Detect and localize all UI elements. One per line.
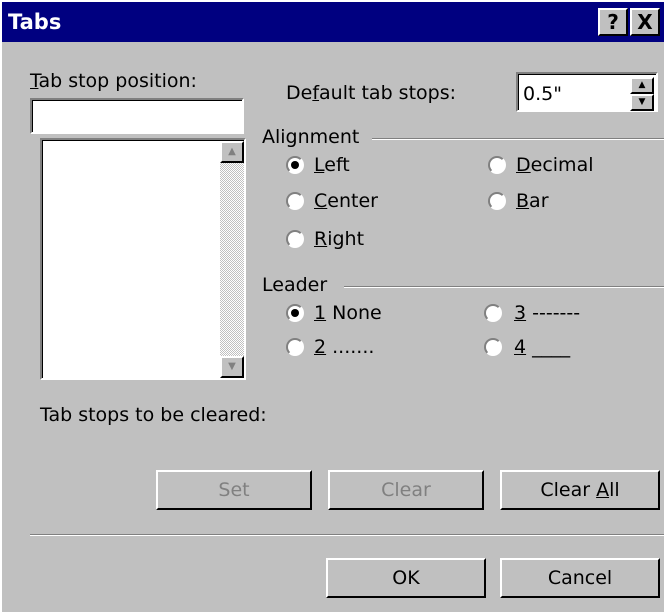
tab-stop-position-label: Tab stop position:	[30, 70, 197, 92]
arrow-up-icon[interactable]: ▲	[220, 141, 244, 163]
list-scrollbar[interactable]: ▲ ▼	[220, 141, 244, 378]
clear-all-button[interactable]: Clear All	[500, 470, 660, 510]
ok-button[interactable]: OK	[326, 558, 486, 598]
default-label-post: ault tab stops:	[319, 82, 457, 104]
leader-divider	[344, 286, 664, 288]
leader-dots-label[interactable]: 2 .......	[314, 336, 374, 358]
clear-all-post: ll	[609, 479, 620, 501]
tab-stops-list[interactable]: ▲ ▼	[40, 138, 246, 380]
align-left-label[interactable]: Left	[314, 154, 350, 176]
clear-all-pre: Clear	[540, 479, 597, 501]
leader-dots-text: .......	[326, 336, 375, 358]
leader-dots-radio[interactable]	[286, 338, 304, 356]
leader-dashes-text: -------	[526, 302, 581, 324]
align-right-text: ight	[327, 228, 365, 250]
tab-stop-input-inner	[32, 100, 242, 132]
align-decimal-text: ecimal	[530, 154, 594, 176]
default-tab-stops-label: Default tab stops:	[286, 82, 456, 104]
cancel-button[interactable]: Cancel	[500, 558, 660, 598]
align-bar-mnemonic: B	[516, 190, 530, 212]
align-left-radio[interactable]	[286, 156, 304, 174]
leader-none-label[interactable]: 1 None	[314, 302, 382, 324]
align-bar-text: ar	[529, 190, 549, 212]
align-bar-radio[interactable]	[488, 192, 506, 210]
default-input-inner: 0.5" ▲ ▼	[518, 74, 656, 111]
align-center-label[interactable]: Center	[314, 190, 378, 212]
default-tab-stops-value: 0.5"	[523, 83, 562, 105]
spin-up-icon[interactable]: ▲	[630, 77, 654, 94]
align-left-text: eft	[324, 154, 350, 176]
title-bar[interactable]: Tabs ? X	[2, 2, 664, 42]
alignment-group-label: Alignment	[262, 126, 360, 148]
align-right-radio[interactable]	[286, 230, 304, 248]
leader-underline-text: ____	[526, 336, 571, 358]
leader-underline-label[interactable]: 4 ____	[514, 336, 570, 358]
help-icon[interactable]: ?	[598, 8, 628, 36]
leader-dots-mnemonic: 2	[314, 336, 327, 358]
align-right-mnemonic: R	[314, 228, 328, 250]
tab-stop-position-input[interactable]	[30, 98, 244, 134]
footer-separator	[30, 534, 664, 536]
leader-dashes-mnemonic: 3	[514, 302, 527, 324]
clear-all-mnemonic: A	[596, 479, 610, 501]
align-bar-label[interactable]: Bar	[516, 190, 549, 212]
align-center-mnemonic: C	[314, 190, 328, 212]
leader-none-text: None	[326, 302, 382, 324]
set-button[interactable]: Set	[156, 470, 312, 510]
leader-dashes-radio[interactable]	[484, 304, 502, 322]
default-label-pre: De	[286, 82, 313, 104]
align-left-mnemonic: L	[314, 154, 325, 176]
default-tab-stops-input[interactable]: 0.5" ▲ ▼	[516, 72, 658, 112]
align-right-label[interactable]: Right	[314, 228, 364, 250]
arrow-down-icon[interactable]: ▼	[220, 356, 244, 378]
leader-underline-radio[interactable]	[484, 338, 502, 356]
leader-group-label: Leader	[262, 274, 328, 296]
align-center-text: enter	[327, 190, 378, 212]
spin-down-icon[interactable]: ▼	[630, 94, 654, 111]
align-center-radio[interactable]	[286, 192, 304, 210]
leader-none-mnemonic: 1	[314, 302, 327, 324]
leader-none-radio[interactable]	[286, 304, 304, 322]
alignment-divider	[372, 138, 664, 140]
clear-button[interactable]: Clear	[328, 470, 484, 510]
tab-stops-cleared-label: Tab stops to be cleared:	[40, 404, 267, 426]
leader-underline-mnemonic: 4	[514, 336, 527, 358]
tab-stop-label-text: ab stop position:	[38, 70, 197, 92]
dialog-title: Tabs	[8, 10, 62, 34]
tabs-dialog: Tabs ? X Tab stop position: ▲ ▼ Default …	[0, 0, 664, 612]
leader-dashes-label[interactable]: 3 -------	[514, 302, 580, 324]
align-decimal-mnemonic: D	[516, 154, 531, 176]
tab-stops-list-inner: ▲ ▼	[42, 140, 244, 378]
align-decimal-radio[interactable]	[488, 156, 506, 174]
close-icon[interactable]: X	[630, 8, 660, 36]
align-decimal-label[interactable]: Decimal	[516, 154, 594, 176]
